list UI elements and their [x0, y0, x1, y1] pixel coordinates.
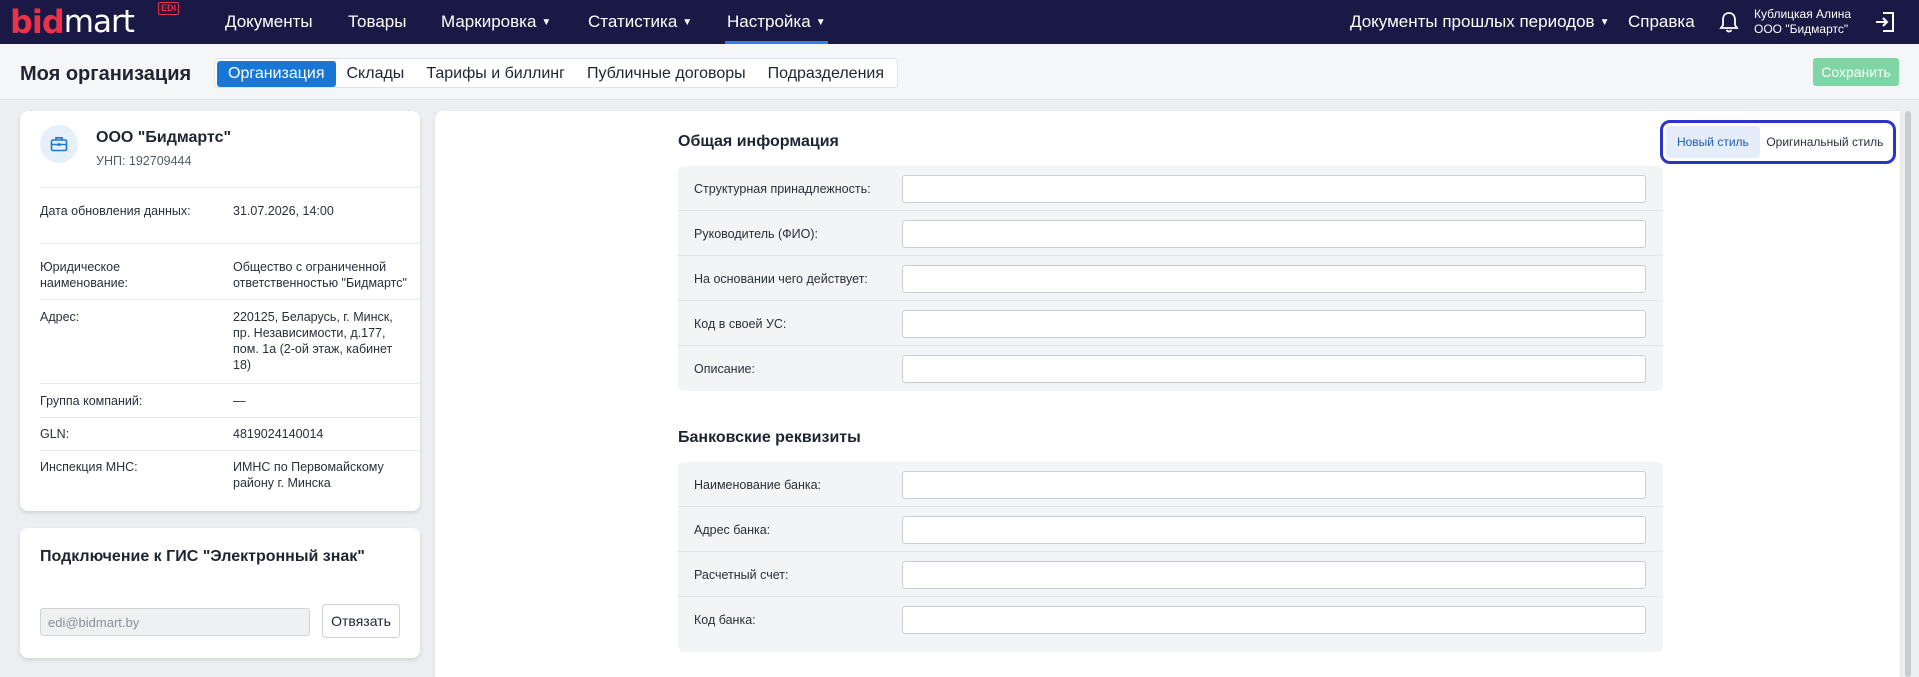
info-label: Дата обновления данных: [40, 204, 191, 218]
info-value: ИМНС по Первомайскому району г. Минска [233, 460, 384, 490]
settings-tabs: Организация Склады Тарифы и биллинг Публ… [214, 58, 898, 88]
nav-documents[interactable]: Документы [225, 0, 313, 44]
info-value: 31.07.2026, 14:00 [233, 204, 334, 218]
style-switcher: Новый стиль Оригинальный стиль [1660, 120, 1896, 164]
nav-goods-label: Товары [348, 12, 407, 31]
organization-card: ООО "Бидмартс" УНП: 192709444 Дата обнов… [20, 111, 420, 511]
form-row-account: Расчетный счет: [678, 552, 1663, 597]
new-style-option[interactable]: Новый стиль [1666, 126, 1760, 158]
nav-documents-label: Документы [225, 12, 313, 31]
nav-statistics[interactable]: Статистика ▼ [588, 0, 692, 44]
nav-settings[interactable]: Настройка ▼ [725, 0, 828, 44]
field-label: На основании чего действует: [694, 272, 868, 286]
info-label: Адрес: [40, 310, 80, 324]
save-button[interactable]: Сохранить [1813, 58, 1899, 86]
field-label: Руководитель (ФИО): [694, 227, 819, 241]
field-label: Структурная принадлежность: [694, 182, 871, 196]
info-value: — [233, 394, 246, 408]
bank-address-input[interactable] [902, 516, 1646, 544]
description-input[interactable] [902, 355, 1646, 383]
logo-mart-text: mart [63, 4, 135, 40]
form-row-bank-name: Наименование банка: [678, 462, 1663, 507]
organization-details-panel: Общая информация Новый стиль Оригинальны… [435, 111, 1900, 677]
nav-marking[interactable]: Маркировка ▼ [441, 0, 551, 44]
bank-name-input[interactable] [902, 471, 1646, 499]
info-value: 4819024140014 [233, 427, 324, 441]
info-label: Юридическое наименование: [40, 260, 129, 290]
nav-marking-label: Маркировка [441, 12, 537, 31]
page-subheader: Моя организация Организация Склады Тариф… [0, 44, 1919, 100]
nav-settings-label: Настройка [727, 12, 811, 31]
form-row-code: Код в своей УС: [678, 301, 1663, 346]
user-name: Кублицкая Алина [1754, 7, 1852, 21]
divider [40, 187, 420, 188]
original-style-option[interactable]: Оригинальный стиль [1760, 126, 1890, 158]
chevron-down-icon: ▼ [682, 16, 693, 28]
form-row-bank-code: Код банка: [678, 597, 1663, 642]
bank-code-input[interactable] [902, 606, 1646, 634]
form-row-director: Руководитель (ФИО): [678, 211, 1663, 256]
tab-public-contracts[interactable]: Публичные договоры [576, 61, 757, 87]
divider [40, 450, 420, 451]
nav-help-label: Справка [1628, 12, 1695, 31]
field-label: Код в своей УС: [694, 317, 787, 331]
user-profile[interactable]: Кублицкая Алина ООО "Бидмартс" [1754, 7, 1851, 37]
form-row-structural: Структурная принадлежность: [678, 166, 1663, 211]
tab-warehouses[interactable]: Склады [336, 61, 416, 87]
divider [40, 383, 420, 384]
logout-icon[interactable] [1873, 10, 1897, 34]
bank-details-form: Наименование банка: Адрес банка: Расчетн… [678, 462, 1663, 652]
divider [40, 243, 420, 244]
acting-basis-input[interactable] [902, 265, 1646, 293]
general-info-form: Структурная принадлежность: Руководитель… [678, 166, 1663, 391]
general-info-title: Общая информация [678, 133, 839, 150]
tab-departments[interactable]: Подразделения [757, 61, 895, 87]
field-label: Наименование банка: [694, 478, 822, 492]
settlement-account-input[interactable] [902, 561, 1646, 589]
gis-email-field[interactable]: edi@bidmart.by [40, 608, 310, 636]
user-organization: ООО "Бидмартс" [1754, 22, 1849, 36]
tab-organization[interactable]: Организация [217, 61, 336, 87]
info-label: Группа компаний: [40, 394, 143, 408]
field-label: Код банка: [694, 613, 756, 627]
bidmart-logo[interactable]: bid mart EDI [10, 2, 180, 41]
bank-details-title: Банковские реквизиты [678, 429, 861, 446]
vertical-scrollbar[interactable] [1905, 111, 1911, 677]
info-label: GLN: [40, 427, 70, 441]
top-navigation-bar: bid mart EDI Документы Товары Маркировка… [0, 0, 1919, 44]
divider [40, 299, 420, 300]
nav-past-periods[interactable]: Документы прошлых периодов ▼ [1350, 0, 1609, 44]
form-row-basis: На основании чего действует: [678, 256, 1663, 301]
logo-bid-text: bid [10, 3, 65, 41]
own-system-code-input[interactable] [902, 310, 1646, 338]
field-label: Адрес банка: [694, 523, 771, 537]
chevron-down-icon: ▼ [541, 16, 552, 28]
gis-card-title: Подключение к ГИС "Электронный знак" [40, 548, 365, 565]
info-value: Общество с ограниченной ответственностью… [233, 260, 407, 290]
form-row-description: Описание: [678, 346, 1663, 391]
nav-help[interactable]: Справка [1628, 0, 1695, 44]
organization-name: ООО "Бидмартс" [96, 129, 232, 146]
nav-goods[interactable]: Товары [348, 0, 406, 44]
divider [40, 417, 420, 418]
page-title: Моя организация [20, 63, 192, 85]
logo-edi-badge: EDI [158, 2, 180, 15]
nav-statistics-label: Статистика [588, 12, 678, 31]
nav-past-periods-label: Документы прошлых периодов [1350, 12, 1595, 31]
info-value: 220125, Беларусь, г. Минск, пр. Независи… [233, 310, 393, 372]
structural-affiliation-input[interactable] [902, 175, 1646, 203]
tab-tariffs-billing[interactable]: Тарифы и биллинг [415, 61, 576, 87]
chevron-down-icon: ▼ [815, 16, 826, 28]
gis-connection-card: Подключение к ГИС "Электронный знак" edi… [20, 528, 420, 658]
info-label: Инспекция МНС: [40, 460, 138, 474]
briefcase-icon [40, 125, 78, 163]
chevron-down-icon: ▼ [1599, 16, 1610, 28]
field-label: Расчетный счет: [694, 568, 789, 582]
form-row-bank-address: Адрес банка: [678, 507, 1663, 552]
bell-icon[interactable] [1718, 10, 1740, 34]
organization-unp: УНП: 192709444 [96, 154, 192, 168]
unlink-button[interactable]: Отвязать [322, 604, 400, 638]
field-label: Описание: [694, 362, 755, 376]
director-name-input[interactable] [902, 220, 1646, 248]
